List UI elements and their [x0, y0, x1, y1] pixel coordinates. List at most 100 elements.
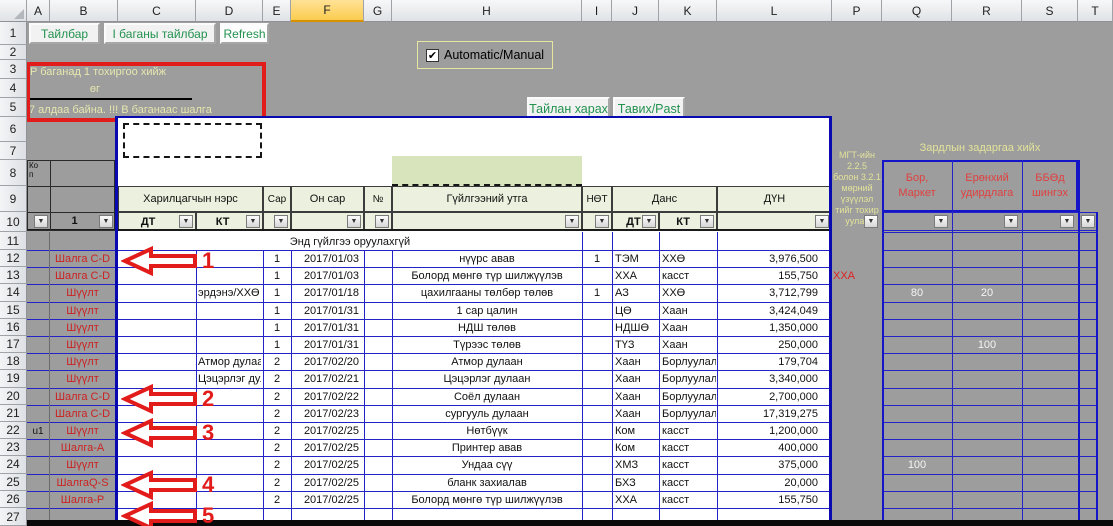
cell-H15[interactable]: 1 сар цалин — [392, 303, 582, 319]
cell-F22[interactable]: 2017/02/25 — [291, 423, 359, 439]
cell-K20[interactable]: Борлуулалт — [662, 389, 716, 405]
row-header-2[interactable]: 2 — [0, 45, 27, 60]
cell-Q14[interactable]: 80 — [882, 285, 952, 301]
cell-L24[interactable]: 375,000 — [717, 457, 818, 473]
row-header-19[interactable]: 19 — [0, 370, 27, 387]
column-b-filter-dropdown[interactable]: ▼ — [99, 215, 113, 228]
column-p-filter-dropdown[interactable]: ▼ — [864, 215, 878, 228]
cell-L18[interactable]: 179,704 — [717, 354, 818, 370]
cell-L26[interactable]: 155,750 — [717, 492, 818, 508]
column-t-filter-dropdown[interactable]: ▼ — [1081, 215, 1095, 228]
cell-B23[interactable]: Шалга-A — [50, 440, 115, 456]
cell-L19[interactable]: 3,340,000 — [717, 371, 818, 387]
cell-J15[interactable]: ЦӨ — [615, 303, 658, 319]
cell-L16[interactable]: 1,350,000 — [717, 320, 818, 336]
cell-H25[interactable]: бланк захиалав — [392, 475, 582, 491]
cell-J23[interactable]: Ком — [615, 440, 658, 456]
cell-F16[interactable]: 2017/01/31 — [291, 320, 359, 336]
amount-filter-cell-dropdown[interactable]: ▼ — [815, 215, 829, 228]
cell-E19[interactable]: 2 — [263, 371, 291, 387]
row-header-9[interactable]: 9 — [0, 186, 27, 212]
row-header-13[interactable]: 13 — [0, 267, 27, 284]
dt2-filter-cell-dropdown[interactable]: ▼ — [642, 215, 656, 228]
cell-F18[interactable]: 2017/02/20 — [291, 354, 359, 370]
cell-J18[interactable]: Хаан — [615, 354, 658, 370]
cell-E15[interactable]: 1 — [263, 303, 291, 319]
column-header-Q[interactable]: Q — [882, 0, 952, 22]
column-q-filter-dropdown[interactable]: ▼ — [934, 215, 948, 228]
cell-A22[interactable]: u1 — [27, 423, 49, 439]
refresh-button[interactable]: Refresh — [220, 23, 269, 44]
cell-E12[interactable]: 1 — [263, 251, 291, 267]
cell-P13[interactable]: ХХА — [833, 268, 881, 284]
column-header-C[interactable]: C — [118, 0, 196, 22]
column-header-B[interactable]: B — [50, 0, 118, 22]
kt1-filter-cell-dropdown[interactable]: ▼ — [246, 215, 260, 228]
column-r-filter-dropdown[interactable]: ▼ — [1004, 215, 1018, 228]
cell-J16[interactable]: НДШӨ — [615, 320, 658, 336]
cell-K23[interactable]: касст — [662, 440, 716, 456]
cell-B21[interactable]: Шалга C-D — [50, 406, 115, 422]
cell-F14[interactable]: 2017/01/18 — [291, 285, 359, 301]
cell-E21[interactable]: 2 — [263, 406, 291, 422]
row-header-22[interactable]: 22 — [0, 422, 27, 439]
cell-F13[interactable]: 2017/01/03 — [291, 268, 359, 284]
cell-H20[interactable]: Соёл дулаан — [392, 389, 582, 405]
column-header-I[interactable]: I — [582, 0, 612, 22]
cell-E26[interactable]: 2 — [263, 492, 291, 508]
cell-J19[interactable]: Хаан — [615, 371, 658, 387]
column-header-G[interactable]: G — [364, 0, 392, 22]
row-header-5[interactable]: 5 — [0, 98, 27, 117]
i-column-note-button[interactable]: I баганы тайлбар — [104, 23, 216, 44]
row-header-23[interactable]: 23 — [0, 439, 27, 456]
cell-D18[interactable]: Атмор дулаан — [198, 354, 261, 370]
cell-H17[interactable]: Түрээс төлөв — [392, 337, 582, 353]
cell-B25[interactable]: ШалгаQ-S — [50, 475, 115, 491]
cell-F21[interactable]: 2017/02/23 — [291, 406, 359, 422]
cell-R17[interactable]: 100 — [952, 337, 1022, 353]
month-filter-cell-dropdown[interactable]: ▼ — [274, 215, 288, 228]
column-s-filter-dropdown[interactable]: ▼ — [1060, 215, 1074, 228]
select-all-corner[interactable] — [0, 0, 27, 22]
cell-K17[interactable]: Хаан — [662, 337, 716, 353]
cell-L21[interactable]: 17,319,275 — [717, 406, 818, 422]
row-header-6[interactable]: 6 — [0, 117, 27, 142]
cell-H16[interactable]: НДШ төлөв — [392, 320, 582, 336]
row-header-11[interactable]: 11 — [0, 232, 27, 250]
cell-L12[interactable]: 3,976,500 — [717, 251, 818, 267]
cell-F15[interactable]: 2017/01/31 — [291, 303, 359, 319]
cell-F12[interactable]: 2017/01/03 — [291, 251, 359, 267]
cell-K19[interactable]: Борлуулалт — [662, 371, 716, 387]
cell-L22[interactable]: 1,200,000 — [717, 423, 818, 439]
row-header-17[interactable]: 17 — [0, 336, 27, 353]
cell-J12[interactable]: ТЭМ — [615, 251, 658, 267]
cell-J22[interactable]: Ком — [615, 423, 658, 439]
cell-H23[interactable]: Принтер авав — [392, 440, 582, 456]
cell-E24[interactable]: 2 — [263, 457, 291, 473]
row-header-21[interactable]: 21 — [0, 405, 27, 422]
row-header-7[interactable]: 7 — [0, 142, 27, 160]
row-header-1[interactable]: 1 — [0, 22, 27, 45]
row-header-12[interactable]: 12 — [0, 250, 27, 267]
cell-F25[interactable]: 2017/02/25 — [291, 475, 359, 491]
cell-K15[interactable]: Хаан — [662, 303, 716, 319]
cell-B19[interactable]: Шүүлт — [50, 371, 115, 387]
column-header-E[interactable]: E — [263, 0, 291, 22]
cell-K16[interactable]: Хаан — [662, 320, 716, 336]
cell-E25[interactable]: 2 — [263, 475, 291, 491]
cell-L13[interactable]: 155,750 — [717, 268, 818, 284]
cell-J13[interactable]: ХХА — [615, 268, 658, 284]
no-filter-cell-dropdown[interactable]: ▼ — [375, 215, 389, 228]
row-header-16[interactable]: 16 — [0, 319, 27, 336]
column-header-A[interactable]: A — [27, 0, 50, 22]
column-header-K[interactable]: K — [659, 0, 717, 22]
dt1-filter-cell-dropdown[interactable]: ▼ — [179, 215, 193, 228]
cell-B18[interactable]: Шүүлт — [50, 354, 115, 370]
row-header-26[interactable]: 26 — [0, 491, 27, 508]
cell-L20[interactable]: 2,700,000 — [717, 389, 818, 405]
row-header-8[interactable]: 8 — [0, 160, 27, 186]
cell-J21[interactable]: Хаан — [615, 406, 658, 422]
cell-K14[interactable]: ХХӨ — [662, 285, 716, 301]
cell-L14[interactable]: 3,712,799 — [717, 285, 818, 301]
cell-B22[interactable]: Шүүлт — [50, 423, 115, 439]
